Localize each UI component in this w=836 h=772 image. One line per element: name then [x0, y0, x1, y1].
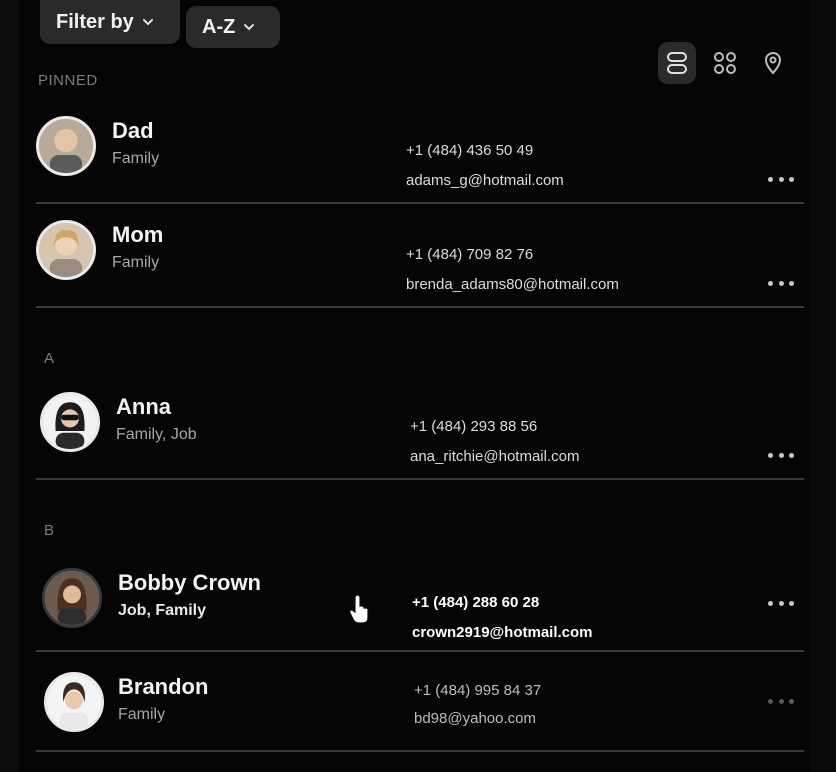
grid-view-button[interactable] — [706, 42, 744, 84]
map-view-button[interactable] — [754, 42, 792, 84]
sort-label: A-Z — [202, 15, 236, 38]
contact-phone[interactable]: +1 (484) 995 84 37 — [414, 682, 541, 699]
contact-phone[interactable]: +1 (484) 288 60 28 — [412, 594, 539, 611]
contact-name: Dad — [112, 118, 154, 143]
list-view-button[interactable] — [658, 42, 696, 84]
contact-row-brandon[interactable]: Brandon Family +1 (484) 995 84 37 bd98@y… — [36, 664, 804, 760]
window-edge-right — [810, 0, 836, 772]
window-edge-left — [0, 0, 18, 772]
sort-button[interactable]: A-Z — [186, 6, 280, 48]
contact-name: Bobby Crown — [118, 570, 261, 595]
contact-email[interactable]: brenda_adams80@hotmail.com — [406, 276, 619, 293]
contact-phone[interactable]: +1 (484) 293 88 56 — [410, 418, 537, 435]
row-divider — [36, 202, 804, 204]
contact-row-anna[interactable]: Anna Family, Job +1 (484) 293 88 56 ana_… — [36, 384, 804, 480]
row-divider — [36, 306, 804, 308]
contact-tags: Family — [118, 706, 166, 723]
more-options-button[interactable] — [768, 278, 794, 288]
contact-email[interactable]: ana_ritchie@hotmail.com — [410, 448, 579, 465]
avatar — [42, 568, 102, 628]
section-label-b: B — [44, 522, 55, 539]
contact-row-mom[interactable]: Mom Family +1 (484) 709 82 76 brenda_ada… — [36, 212, 804, 308]
hand-cursor-icon — [349, 594, 369, 624]
section-label-pinned: PINNED — [38, 72, 98, 89]
grid-view-icon — [714, 52, 736, 74]
contact-tags: Family, Job — [116, 426, 197, 443]
contact-row-bobby-crown[interactable]: Bobby Crown Job, Family +1 (484) 288 60 … — [36, 560, 804, 656]
contact-tags: Job, Family — [118, 602, 207, 619]
avatar — [36, 116, 96, 176]
list-view-icon — [667, 52, 687, 74]
filter-by-label: Filter by — [56, 10, 134, 33]
contacts-window: Filter by A-Z PINNED Dad Family +1 (484)… — [0, 0, 836, 772]
chevron-down-icon — [244, 24, 255, 31]
view-mode-switch — [658, 42, 792, 84]
contact-email[interactable]: adams_g@hotmail.com — [406, 172, 564, 189]
avatar — [36, 220, 96, 280]
contact-row-dad[interactable]: Dad Family +1 (484) 436 50 49 adams_g@ho… — [36, 108, 804, 204]
contact-name: Brandon — [118, 674, 209, 699]
contact-name: Mom — [112, 222, 164, 247]
row-divider — [36, 478, 804, 480]
more-options-button[interactable] — [768, 174, 794, 184]
contact-phone[interactable]: +1 (484) 436 50 49 — [406, 142, 533, 159]
contact-phone[interactable]: +1 (484) 709 82 76 — [406, 246, 533, 263]
avatar — [44, 672, 104, 732]
row-divider — [36, 750, 804, 752]
more-options-button[interactable] — [768, 598, 794, 608]
contact-email[interactable]: bd98@yahoo.com — [414, 710, 536, 727]
row-divider — [36, 650, 804, 652]
contact-name: Anna — [116, 394, 171, 419]
avatar — [40, 392, 100, 452]
contact-email[interactable]: crown2919@hotmail.com — [412, 624, 593, 641]
contact-tags: Family — [112, 254, 160, 271]
section-label-a: A — [44, 350, 55, 367]
map-pin-icon — [764, 52, 782, 75]
more-options-button[interactable] — [768, 450, 794, 460]
filter-by-button[interactable]: Filter by — [40, 0, 180, 44]
contact-tags: Family — [112, 150, 160, 167]
chevron-down-icon — [142, 19, 153, 26]
more-options-button[interactable] — [768, 696, 794, 706]
